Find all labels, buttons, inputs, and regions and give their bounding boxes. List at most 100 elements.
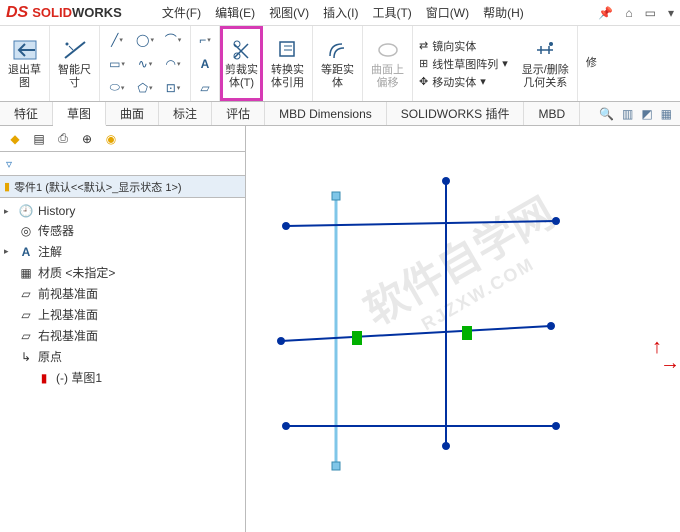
menu-help[interactable]: 帮助(H)	[483, 4, 524, 21]
endpoint-handle[interactable]	[277, 337, 285, 345]
spline-tool-icon[interactable]: ∿▾	[134, 55, 156, 73]
sketch-line-h1[interactable]	[286, 221, 556, 226]
menu-file[interactable]: 文件(F)	[162, 4, 201, 21]
menu-view[interactable]: 视图(V)	[269, 4, 309, 21]
plane-icon: ▱	[18, 287, 34, 301]
sketch-line-h2[interactable]	[281, 326, 551, 341]
tree-sketch1[interactable]: ▮(-) 草图1	[0, 367, 245, 388]
exit-sketch-button[interactable]: 退出草 图	[8, 38, 41, 90]
search-view-icon[interactable]: 🔍	[599, 107, 614, 121]
tab-mbd-dim[interactable]: MBD Dimensions	[265, 102, 387, 125]
prop-tab-icon[interactable]: ▤	[28, 129, 50, 149]
filter-icon[interactable]: ▿	[6, 157, 12, 171]
tree-annotations[interactable]: ▸A注解	[0, 241, 245, 262]
annotation-icon: A	[18, 245, 34, 259]
show-relations-button[interactable]: 显示/删除 几何关系	[522, 38, 569, 90]
dropdown-icon[interactable]: ▾	[668, 6, 674, 20]
appearance-tab-icon[interactable]: ◉	[100, 129, 122, 149]
repair-sketch-button[interactable]: 修	[586, 57, 597, 70]
tree-history[interactable]: ▸🕘History	[0, 202, 245, 220]
trim-entities-button[interactable]: 剪裁实 体(T)	[225, 38, 258, 90]
relation-vertical-icon[interactable]	[352, 331, 362, 345]
endpoint-handle[interactable]	[442, 177, 450, 185]
menu-window[interactable]: 窗口(W)	[426, 4, 469, 21]
tab-sketch[interactable]: 草图	[53, 102, 106, 126]
logo-ds: DS	[6, 4, 28, 22]
endpoint-handle[interactable]	[552, 217, 560, 225]
offset-entities-button[interactable]: 等距实 体	[321, 38, 354, 90]
tab-annotate[interactable]: 标注	[159, 102, 212, 125]
title-bar: DS SOLIDWORKS 文件(F) 编辑(E) 视图(V) 插入(I) 工具…	[0, 0, 680, 26]
menu-insert[interactable]: 插入(I)	[323, 4, 358, 21]
pin-icon[interactable]: 📌	[598, 6, 613, 20]
tree-front-plane[interactable]: ▱前视基准面	[0, 283, 245, 304]
rect-tool-icon[interactable]: ▭▾	[106, 55, 128, 73]
relation-vertical-icon[interactable]	[462, 326, 472, 340]
expand-icon[interactable]: ▸	[4, 246, 14, 257]
ribbon-group-repair: 修	[578, 26, 605, 101]
point-tool-icon[interactable]: ⊡▾	[162, 79, 184, 97]
part-name-label: 零件1 (默认<<默认>_显示状态 1>)	[14, 179, 182, 195]
endpoint-handle[interactable]	[552, 422, 560, 430]
line-tool-icon[interactable]: ╱▾	[106, 31, 128, 49]
plane-tool-icon[interactable]: ▱	[194, 79, 216, 97]
logo-text: SOLIDWORKS	[32, 5, 122, 20]
app-logo: DS SOLIDWORKS	[6, 4, 122, 22]
section-view-icon[interactable]: ◩	[641, 107, 652, 121]
config-tab-icon[interactable]: ⎙	[52, 129, 74, 149]
ribbon-toolbar: 退出草 图 智能尺 寸 ╱▾ ◯▾ ⌒▾ ▭▾ ∿▾ ◠▾ ⬭▾ ⬠▾ ⊡▾ ⌐…	[0, 26, 680, 102]
tree-sensors-label: 传感器	[38, 222, 74, 239]
main-area: ◆ ▤ ⎙ ⊕ ◉ ▿ ▮ 零件1 (默认<<默认>_显示状态 1>) ▸🕘Hi…	[0, 126, 680, 532]
endpoint-handle[interactable]	[282, 422, 290, 430]
part-name-row[interactable]: ▮ 零件1 (默认<<默认>_显示状态 1>)	[0, 176, 245, 198]
expand-icon[interactable]: ▸	[4, 206, 14, 217]
display-style-icon[interactable]: ▥	[622, 107, 633, 121]
ribbon-group-onface: 曲面上 偏移	[363, 26, 413, 101]
tree-sketch1-label: (-) 草图1	[56, 369, 102, 386]
title-right-controls: 📌 ⌂ ▭ ▾	[598, 6, 674, 20]
onface-offset-label: 曲面上 偏移	[371, 64, 404, 90]
endpoint-handle[interactable]	[282, 222, 290, 230]
text-tool-icon[interactable]: A	[194, 55, 216, 73]
move-icon: ✥	[419, 75, 428, 88]
tab-mbd[interactable]: MBD	[524, 102, 580, 125]
fillet-tool-icon[interactable]: ⌐▾	[194, 31, 216, 49]
endpoint-handle[interactable]	[332, 462, 340, 470]
tree-right-plane[interactable]: ▱右视基准面	[0, 325, 245, 346]
mirror-button[interactable]: ⇄镜向实体	[419, 38, 508, 54]
fm-tab-icon[interactable]: ◆	[4, 129, 26, 149]
dim-tab-icon[interactable]: ⊕	[76, 129, 98, 149]
tree-origin[interactable]: ↳原点	[0, 346, 245, 367]
move-entities-button[interactable]: ✥移动实体▾	[419, 74, 508, 90]
home-icon[interactable]: ⌂	[625, 6, 632, 20]
smart-dimension-button[interactable]: 智能尺 寸	[58, 38, 91, 90]
tab-surface[interactable]: 曲面	[106, 102, 159, 125]
endpoint-handle[interactable]	[332, 192, 340, 200]
ribbon-group-dimension: 智能尺 寸	[50, 26, 100, 101]
tree-top-plane[interactable]: ▱上视基准面	[0, 304, 245, 325]
view-triad: ↑ →	[652, 336, 662, 359]
tab-features[interactable]: 特征	[0, 102, 53, 125]
panel-tabs: ◆ ▤ ⎙ ⊕ ◉	[0, 126, 245, 152]
endpoint-handle[interactable]	[547, 322, 555, 330]
hide-show-icon[interactable]: ▦	[661, 107, 672, 121]
endpoint-handle[interactable]	[442, 442, 450, 450]
menu-tools[interactable]: 工具(T)	[372, 4, 411, 21]
slot-tool-icon[interactable]: ⬭▾	[106, 79, 128, 97]
menu-edit[interactable]: 编辑(E)	[215, 4, 255, 21]
exit-sketch-label: 退出草 图	[8, 64, 41, 90]
arc-tool-icon[interactable]: ⌒▾	[162, 31, 184, 49]
ellipse-tool-icon[interactable]: ◠▾	[162, 55, 184, 73]
tree-sensors[interactable]: ◎传感器	[0, 220, 245, 241]
chevron-down-icon: ▾	[502, 57, 508, 70]
circle-tool-icon[interactable]: ◯▾	[134, 31, 156, 49]
poly-tool-icon[interactable]: ⬠▾	[134, 79, 156, 97]
tree-material-label: 材质 <未指定>	[38, 264, 115, 281]
tree-material[interactable]: ▦材质 <未指定>	[0, 262, 245, 283]
tab-addins[interactable]: SOLIDWORKS 插件	[387, 102, 525, 125]
tab-evaluate[interactable]: 评估	[212, 102, 265, 125]
doc-icon[interactable]: ▭	[645, 6, 656, 20]
linear-pattern-button[interactable]: ⊞线性草图阵列▾	[419, 56, 508, 72]
convert-entities-button[interactable]: 转换实 体引用	[271, 38, 304, 90]
graphics-area[interactable]: 软件自学网 RJZXW.COM ↑	[246, 126, 680, 532]
